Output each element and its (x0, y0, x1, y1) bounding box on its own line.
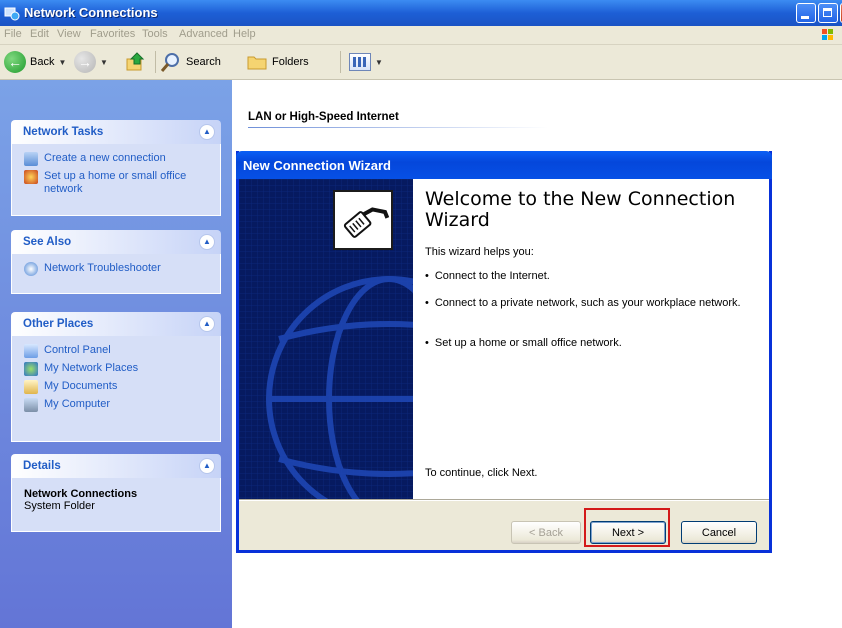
wizard-heading: Welcome to the New Connection Wizard (425, 188, 736, 231)
maximize-button[interactable] (818, 3, 838, 23)
computer-icon (24, 398, 38, 412)
my-documents-label: My Documents (44, 380, 118, 392)
troubleshooter-label: Network Troubleshooter (44, 262, 161, 274)
collapse-chevron-icon[interactable]: ▲ (199, 316, 215, 332)
minimize-button[interactable] (796, 3, 816, 23)
menu-favorites[interactable]: Favorites (90, 28, 135, 40)
new-connection-icon (24, 152, 38, 166)
control-panel-label: Control Panel (44, 344, 111, 356)
details-name: Network Connections (24, 488, 138, 500)
my-documents-link[interactable]: My Documents (24, 380, 210, 394)
toolbar-separator (340, 51, 341, 73)
search-label: Search (186, 56, 221, 68)
folders-icon (247, 56, 267, 70)
other-places-header[interactable]: Other Places ▲ (11, 312, 221, 336)
bullet-text: Connect to the Internet. (434, 270, 550, 282)
my-network-places-label: My Network Places (44, 362, 139, 374)
wizard-button-separator (239, 499, 769, 501)
back-button[interactable]: ← Back ▼ (4, 49, 66, 75)
network-tasks-header[interactable]: Network Tasks ▲ (11, 120, 221, 144)
menu-file[interactable]: File (4, 28, 22, 40)
other-places-title: Other Places (23, 318, 94, 330)
forward-arrow-icon: → (74, 51, 96, 73)
group-header: LAN or High-Speed Internet (248, 111, 399, 123)
back-wizard-button[interactable]: < Back (511, 521, 581, 544)
details-type: System Folder (24, 500, 95, 512)
windows-logo-icon (822, 29, 833, 40)
menu-bar: File Edit View Favorites Tools Advanced … (0, 26, 842, 45)
troubleshooter-link[interactable]: Network Troubleshooter (24, 262, 210, 276)
up-folder-button[interactable] (125, 49, 147, 75)
wizard-title: New Connection Wizard (243, 158, 391, 173)
search-icon (160, 53, 179, 72)
collapse-chevron-icon[interactable]: ▲ (199, 124, 215, 140)
wizard-title-bar: New Connection Wizard (236, 151, 772, 179)
bullet-dot: • (425, 297, 429, 309)
back-dropdown-icon[interactable]: ▼ (58, 58, 66, 67)
network-places-icon (24, 362, 38, 376)
control-panel-link[interactable]: Control Panel (24, 344, 210, 358)
toolbar: ← Back ▼ → ▼ Search Folders ▼ (0, 45, 842, 80)
other-places-panel: Other Places ▲ Control Panel My Network … (11, 312, 221, 442)
details-title: Details (23, 460, 61, 472)
menu-tools[interactable]: Tools (142, 28, 168, 40)
next-button-highlight (584, 508, 670, 547)
bullet-dot: • (425, 270, 429, 282)
search-button[interactable]: Search (160, 49, 221, 75)
forward-dropdown-icon[interactable]: ▼ (100, 58, 108, 67)
network-connections-icon (4, 7, 20, 21)
bullet-text: Connect to a private network, such as yo… (434, 297, 741, 309)
my-computer-link[interactable]: My Computer (24, 398, 210, 412)
back-label: Back (30, 56, 55, 68)
menu-view[interactable]: View (57, 28, 81, 40)
wizard-bullet: • Connect to the Internet. (425, 270, 755, 283)
toolbar-separator (155, 51, 156, 73)
bullet-text: Set up a home or small office network. (434, 337, 622, 349)
wizard-bullet: • Connect to a private network, such as … (425, 297, 755, 310)
title-bar: Network Connections (0, 0, 842, 26)
new-connection-wizard-dialog: New Connection Wizard Welcome to the New… (236, 151, 772, 553)
see-also-panel: See Also ▲ Network Troubleshooter (11, 230, 221, 294)
wizard-bullet: • Set up a home or small office network. (425, 337, 755, 350)
menu-advanced[interactable]: Advanced (179, 28, 228, 40)
my-network-places-link[interactable]: My Network Places (24, 362, 210, 376)
views-button[interactable]: ▼ (349, 49, 383, 75)
menu-edit[interactable]: Edit (30, 28, 49, 40)
back-arrow-icon: ← (4, 51, 26, 73)
network-tasks-title: Network Tasks (23, 126, 104, 138)
bullet-dot: • (425, 337, 429, 349)
task-pane: Network Tasks ▲ Create a new connection … (0, 80, 232, 628)
my-computer-label: My Computer (44, 398, 111, 410)
info-icon (24, 262, 38, 276)
home-network-link[interactable]: Set up a home or small office network (24, 170, 210, 196)
documents-folder-icon (24, 380, 38, 394)
continue-instruction: To continue, click Next. (425, 467, 538, 479)
folders-label: Folders (272, 56, 309, 68)
group-divider (248, 127, 548, 128)
wizard-side-banner (239, 179, 413, 499)
details-header[interactable]: Details ▲ (11, 454, 221, 478)
globe-background-icon (239, 179, 413, 499)
home-network-icon (24, 170, 38, 184)
see-also-header[interactable]: See Also ▲ (11, 230, 221, 254)
network-tasks-panel: Network Tasks ▲ Create a new connection … (11, 120, 221, 216)
control-panel-icon (24, 344, 38, 358)
window-title: Network Connections (24, 5, 158, 20)
see-also-title: See Also (23, 236, 72, 248)
cancel-button[interactable]: Cancel (681, 521, 757, 544)
collapse-chevron-icon[interactable]: ▲ (199, 234, 215, 250)
collapse-chevron-icon[interactable]: ▲ (199, 458, 215, 474)
forward-button[interactable]: → ▼ (74, 49, 108, 75)
menu-help[interactable]: Help (233, 28, 256, 40)
create-connection-link[interactable]: Create a new connection (24, 152, 210, 166)
wizard-content: Welcome to the New Connection Wizard Thi… (413, 179, 769, 499)
home-network-label: Set up a home or small office network (44, 170, 187, 195)
views-icon (349, 53, 371, 71)
create-connection-label: Create a new connection (44, 152, 166, 164)
wizard-intro: This wizard helps you: (425, 246, 534, 258)
details-panel: Details ▲ Network Connections System Fol… (11, 454, 221, 532)
up-folder-icon (126, 52, 145, 71)
folders-button[interactable]: Folders (246, 49, 309, 75)
views-dropdown-icon[interactable]: ▼ (375, 58, 383, 67)
